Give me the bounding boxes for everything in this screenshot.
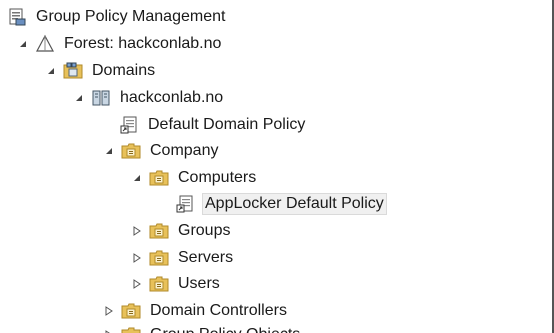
tree-item-computers[interactable]: Computers (130, 167, 258, 189)
ou-folder-icon (120, 301, 142, 321)
tree-item-company[interactable]: Company (102, 140, 220, 162)
expanded-arrow-icon[interactable] (130, 171, 144, 185)
gpo-link-icon (174, 194, 196, 214)
tree-item-domains[interactable]: Domains (44, 60, 157, 82)
forest-icon (34, 34, 56, 54)
tree-item-label: hackconlab.no (120, 89, 224, 106)
ou-folder-icon (148, 274, 170, 294)
tree-item-label: Company (150, 142, 219, 159)
gpm-console-icon (6, 7, 28, 27)
tree-item-domain-controllers[interactable]: Domain Controllers (102, 300, 289, 322)
ou-folder-icon (148, 248, 170, 268)
expanded-arrow-icon[interactable] (72, 91, 86, 105)
gpo-link-icon (118, 115, 140, 135)
tree-item-label: Domains (92, 62, 156, 79)
collapsed-arrow-icon[interactable] (102, 328, 116, 333)
ou-folder-icon (148, 168, 170, 188)
expanded-arrow-icon[interactable] (44, 64, 58, 78)
tree-item-label-selected: AppLocker Default Policy (202, 193, 387, 215)
folder-icon (120, 325, 142, 333)
tree-item-label: Group Policy Objects (148, 325, 302, 333)
tree-item-groups[interactable]: Groups (130, 220, 232, 242)
tree-item-users[interactable]: Users (130, 273, 222, 295)
ou-folder-icon (148, 221, 170, 241)
tree-item-default-domain-policy[interactable]: Default Domain Policy (118, 114, 307, 136)
domains-folder-icon (62, 61, 84, 81)
tree-item-group-policy-objects[interactable]: Group Policy Objects (102, 324, 302, 333)
gpm-tree: Group Policy Management Forest: hackconl… (0, 0, 554, 333)
tree-item-label: Forest: hackconlab.no (64, 35, 222, 52)
tree-item-forest[interactable]: Forest: hackconlab.no (16, 33, 223, 55)
tree-item-servers[interactable]: Servers (130, 247, 235, 269)
ou-folder-icon (120, 141, 142, 161)
collapsed-arrow-icon[interactable] (130, 224, 144, 238)
tree-item-label: Servers (178, 249, 234, 266)
collapsed-arrow-icon[interactable] (102, 304, 116, 318)
tree-item-applocker-policy[interactable]: AppLocker Default Policy (174, 193, 387, 215)
tree-item-label: Default Domain Policy (148, 116, 306, 133)
tree-item-label: Users (178, 275, 220, 292)
tree-item-root[interactable]: Group Policy Management (6, 6, 227, 28)
collapsed-arrow-icon[interactable] (130, 251, 144, 265)
tree-item-label: Group Policy Management (36, 8, 226, 25)
tree-item-label: Domain Controllers (150, 302, 287, 319)
tree-item-label: Groups (178, 222, 231, 239)
expanded-arrow-icon[interactable] (102, 144, 116, 158)
domain-icon (90, 88, 112, 108)
collapsed-arrow-icon[interactable] (130, 277, 144, 291)
tree-item-label: Computers (178, 169, 257, 186)
tree-item-domain[interactable]: hackconlab.no (72, 87, 225, 109)
expanded-arrow-icon[interactable] (16, 37, 30, 51)
